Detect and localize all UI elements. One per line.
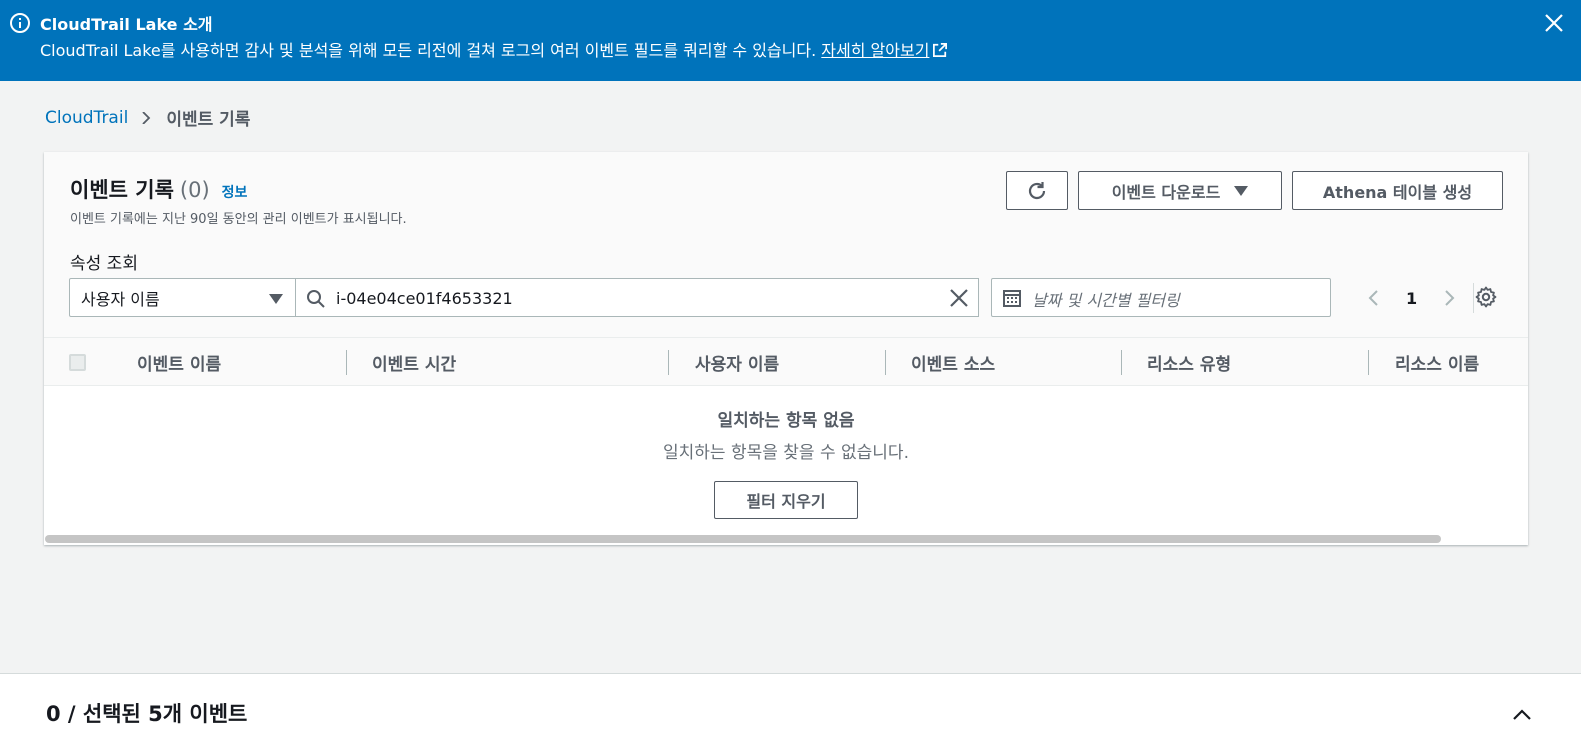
chevron-up-icon[interactable] xyxy=(1511,704,1533,726)
page-title: 이벤트 기록 (0) 정보 xyxy=(70,174,247,204)
selection-count: 0 / 선택된 5개 이벤트 xyxy=(46,702,248,726)
panel-header: 이벤트 기록 (0) 정보 이벤트 기록에는 지난 90일 동안의 관리 이벤트… xyxy=(44,152,1528,338)
close-icon[interactable] xyxy=(1543,12,1565,34)
gear-icon[interactable] xyxy=(1475,286,1497,308)
panel-description: 이벤트 기록에는 지난 90일 동안의 관리 이벤트가 표시됩니다. xyxy=(70,212,407,227)
lookup-attributes-label: 속성 조회 xyxy=(70,254,138,274)
column-header[interactable]: 사용자 이름 xyxy=(695,350,779,375)
breadcrumb-current: 이벤트 기록 xyxy=(166,110,251,130)
chevron-left-icon[interactable] xyxy=(1364,288,1384,308)
calendar-icon xyxy=(1003,290,1021,307)
download-label: 이벤트 다운로드 xyxy=(1111,182,1221,202)
empty-state-description: 일치하는 항목을 찾을 수 없습니다. xyxy=(663,443,909,463)
event-history-panel: 이벤트 기록 (0) 정보 이벤트 기록에는 지난 90일 동안의 관리 이벤트… xyxy=(44,152,1528,545)
clear-filter-button[interactable]: 필터 지우기 xyxy=(714,481,858,519)
title-text: 이벤트 기록 xyxy=(70,178,174,202)
event-count: (0) xyxy=(179,178,210,202)
chevron-right-icon xyxy=(142,111,151,124)
column-header[interactable]: 이벤트 소스 xyxy=(911,350,995,375)
column-divider[interactable] xyxy=(885,350,886,375)
create-athena-table-button[interactable]: Athena 테이블 생성 xyxy=(1292,171,1503,210)
column-header[interactable]: 이벤트 시간 xyxy=(372,350,456,375)
breadcrumb-cloudtrail[interactable]: CloudTrail xyxy=(45,108,128,128)
column-header[interactable]: 이벤트 이름 xyxy=(137,350,221,375)
search-input[interactable] xyxy=(336,286,936,310)
column-divider[interactable] xyxy=(346,350,347,375)
search-icon xyxy=(307,290,325,308)
attribute-selected: 사용자 이름 xyxy=(81,289,160,309)
clear-icon[interactable] xyxy=(949,288,969,308)
chevron-right-icon[interactable] xyxy=(1439,288,1459,308)
column-header[interactable]: 리소스 이름 xyxy=(1395,350,1479,375)
refresh-button[interactable] xyxy=(1006,171,1068,210)
select-all-checkbox[interactable] xyxy=(69,354,86,371)
info-icon xyxy=(10,13,30,33)
column-header[interactable]: 리소스 유형 xyxy=(1147,350,1231,375)
attribute-select[interactable]: 사용자 이름 xyxy=(69,278,296,317)
page-number[interactable]: 1 xyxy=(1406,289,1417,308)
banner-text: CloudTrail Lake를 사용하면 감사 및 분석을 위해 모든 리전에… xyxy=(40,41,822,60)
banner-title: CloudTrail Lake 소개 xyxy=(40,15,213,34)
selection-bar: 0 / 선택된 5개 이벤트 xyxy=(0,673,1581,748)
pager-divider xyxy=(1473,283,1475,313)
column-divider[interactable] xyxy=(1121,350,1122,375)
date-filter-placeholder: 날짜 및 시간별 필터링 xyxy=(1032,291,1180,310)
caret-down-icon xyxy=(1234,185,1249,196)
info-banner: CloudTrail Lake 소개 CloudTrail Lake를 사용하면… xyxy=(0,0,1581,81)
refresh-icon xyxy=(1028,181,1046,199)
external-link-icon[interactable] xyxy=(933,43,948,57)
breadcrumb: CloudTrail 이벤트 기록 xyxy=(45,105,251,131)
date-filter[interactable]: 날짜 및 시간별 필터링 xyxy=(991,278,1331,317)
column-divider[interactable] xyxy=(668,350,669,375)
info-link[interactable]: 정보 xyxy=(222,182,248,202)
horizontal-scrollbar[interactable] xyxy=(45,535,1441,543)
search-box xyxy=(295,278,979,317)
pagination: 1 xyxy=(1364,283,1475,313)
empty-state-title: 일치하는 항목 없음 xyxy=(717,411,855,431)
table-header: 이벤트 이름 이벤트 시간 사용자 이름 이벤트 소스 리소스 유형 리소스 이… xyxy=(44,338,1528,386)
column-divider[interactable] xyxy=(1368,350,1369,375)
download-events-button[interactable]: 이벤트 다운로드 xyxy=(1078,171,1282,210)
learn-more-link[interactable]: 자세히 알아보기 xyxy=(821,41,929,60)
banner-body: CloudTrail Lake를 사용하면 감사 및 분석을 위해 모든 리전에… xyxy=(40,37,948,61)
caret-down-icon xyxy=(269,294,283,304)
